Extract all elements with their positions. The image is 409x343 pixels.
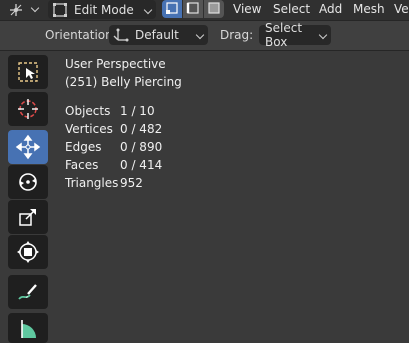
stat-value-objects: 1 / 10 bbox=[120, 104, 155, 118]
tool-select-box[interactable] bbox=[8, 55, 48, 89]
active-object-label: (251) Belly Piercing bbox=[65, 75, 182, 89]
tool-settings-header: Orientation: Default Drag: Select Box bbox=[0, 20, 409, 51]
viewport-perspective-label: User Perspective bbox=[65, 57, 166, 71]
move-icon bbox=[15, 134, 41, 160]
chevron-down-icon bbox=[30, 3, 40, 13]
cursor-icon bbox=[16, 97, 40, 121]
vertex-select-icon bbox=[165, 0, 179, 19]
stat-label-faces: Faces bbox=[65, 158, 99, 172]
edge-select-button[interactable] bbox=[183, 0, 203, 18]
menu-mesh[interactable]: Mesh bbox=[353, 0, 385, 20]
face-select-button[interactable] bbox=[204, 0, 224, 18]
menu-view[interactable]: View bbox=[233, 0, 261, 20]
tool-scale[interactable] bbox=[8, 200, 48, 234]
stat-label-edges: Edges bbox=[65, 140, 102, 154]
scale-icon bbox=[16, 205, 40, 229]
orientation-label: Orientation: bbox=[45, 28, 117, 42]
rotate-icon bbox=[16, 170, 40, 194]
tool-transform[interactable] bbox=[8, 235, 48, 269]
3d-viewport[interactable] bbox=[0, 51, 409, 334]
measure-icon bbox=[16, 316, 40, 340]
editor-type-button[interactable] bbox=[2, 0, 42, 20]
edit-mode-icon bbox=[52, 2, 68, 18]
edge-select-icon bbox=[186, 0, 200, 19]
annotate-icon bbox=[16, 280, 40, 304]
drag-label: Drag: bbox=[220, 28, 254, 42]
menu-select[interactable]: Select bbox=[273, 0, 310, 20]
tool-shelf bbox=[8, 55, 48, 343]
stat-value-faces: 0 / 414 bbox=[120, 158, 163, 172]
select-box-icon bbox=[16, 60, 40, 84]
tool-move[interactable] bbox=[8, 130, 48, 164]
stat-label-triangles: Triangles bbox=[65, 176, 119, 190]
stat-label-vertices: Vertices bbox=[65, 122, 113, 136]
stat-value-vertices: 0 / 482 bbox=[120, 122, 163, 136]
orientation-dropdown-value: Default bbox=[135, 28, 179, 42]
stat-value-edges: 0 / 890 bbox=[120, 140, 163, 154]
chevron-down-icon bbox=[143, 5, 153, 15]
vertex-select-button[interactable] bbox=[162, 0, 182, 18]
transform-orientation-icon bbox=[113, 27, 129, 43]
tool-rotate[interactable] bbox=[8, 165, 48, 199]
orientation-dropdown[interactable]: Default bbox=[109, 25, 208, 45]
menu-vertex[interactable]: Ve bbox=[394, 0, 409, 20]
tool-annotate[interactable] bbox=[8, 275, 48, 309]
stat-label-objects: Objects bbox=[65, 104, 111, 118]
tool-measure[interactable] bbox=[8, 313, 48, 343]
stat-value-triangles: 952 bbox=[120, 176, 143, 190]
menu-add[interactable]: Add bbox=[319, 0, 342, 20]
mode-dropdown[interactable]: Edit Mode bbox=[48, 0, 156, 19]
drag-dropdown-value: Select Box bbox=[265, 21, 303, 49]
drag-dropdown[interactable]: Select Box bbox=[259, 21, 331, 49]
mode-dropdown-label: Edit Mode bbox=[74, 2, 134, 17]
chevron-down-icon bbox=[195, 30, 205, 40]
tool-cursor[interactable] bbox=[8, 92, 48, 126]
transform-icon bbox=[16, 240, 40, 264]
face-select-icon bbox=[207, 0, 221, 19]
orientation-gizmo-icon bbox=[8, 2, 24, 22]
editor-header: Edit Mode View Select Add Mesh Ve bbox=[0, 0, 409, 20]
